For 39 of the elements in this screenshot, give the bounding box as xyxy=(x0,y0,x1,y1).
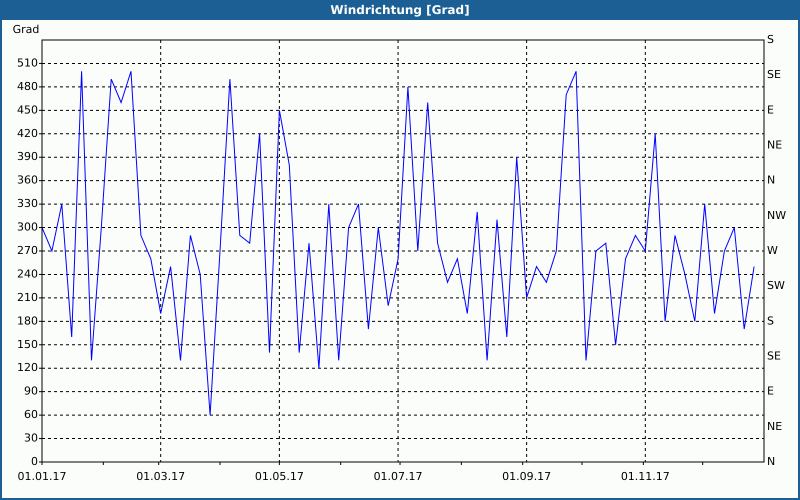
y-tick-label: 240 xyxy=(17,267,38,280)
y-tick-label: 150 xyxy=(17,338,38,351)
y-tick-label: 90 xyxy=(24,384,38,398)
y-tick-label: 120 xyxy=(17,361,38,374)
compass-tick-label: SE xyxy=(767,68,781,82)
y-tick-label: 330 xyxy=(17,197,38,210)
y-tick-label: 30 xyxy=(24,432,38,445)
x-tick-label: 01.03.17 xyxy=(136,470,186,484)
y-tick-label: 270 xyxy=(17,244,38,258)
y-tick-label: 450 xyxy=(17,103,38,116)
x-tick-label: 01.01.17 xyxy=(18,470,66,484)
compass-tick-label: E xyxy=(767,103,774,116)
y-tick-label: 300 xyxy=(17,220,38,234)
compass-tick-label: NW xyxy=(767,208,786,222)
compass-tick-label: W xyxy=(767,244,778,258)
y-tick-label: 510 xyxy=(17,56,38,70)
x-tick-label: 01.09.17 xyxy=(502,470,552,484)
y-tick-label: 0 xyxy=(31,455,38,468)
y-tick-label: 210 xyxy=(17,290,38,304)
y-tick-label: 390 xyxy=(17,150,38,164)
window-title: Windrichtung [Grad] xyxy=(0,0,800,20)
compass-tick-label: SE xyxy=(767,350,781,363)
x-tick-label: 01.07.17 xyxy=(374,470,423,484)
compass-tick-label: N xyxy=(767,455,776,468)
y-tick-label: 360 xyxy=(17,174,38,187)
y-tick-label: 420 xyxy=(17,126,38,140)
compass-tick-label: SW xyxy=(767,279,785,292)
y-axis-label: Grad xyxy=(12,23,40,36)
y-tick-label: 180 xyxy=(17,314,38,328)
compass-tick-label: NE xyxy=(767,420,782,433)
x-tick-label: 01.05.17 xyxy=(254,470,304,484)
y-tick-label: 480 xyxy=(17,80,38,93)
compass-tick-label: S xyxy=(767,314,774,328)
compass-tick-label: S xyxy=(767,33,774,46)
y-tick-label: 60 xyxy=(24,408,38,422)
compass-tick-label: NE xyxy=(767,138,782,152)
compass-tick-label: N xyxy=(767,174,776,187)
compass-tick-label: E xyxy=(767,384,774,398)
x-tick-label: 01.11.17 xyxy=(620,470,670,484)
